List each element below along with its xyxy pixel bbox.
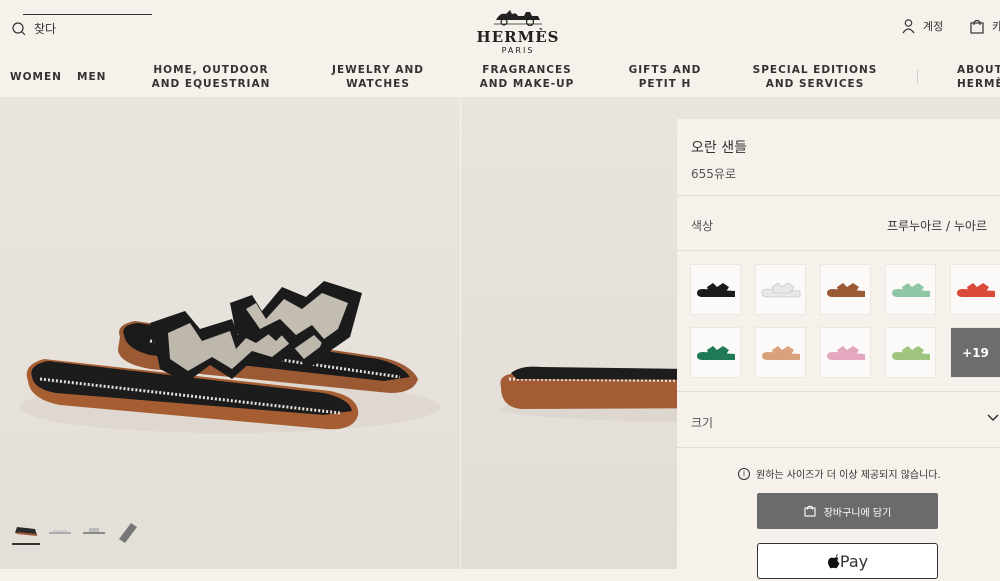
nav-about[interactable]: ABOUT HERMÈS [927, 63, 1000, 91]
swatch-5[interactable] [950, 264, 1000, 315]
info-icon: i [738, 467, 750, 480]
search-input[interactable]: 찾다 [34, 20, 56, 37]
swatch-1[interactable] [690, 264, 741, 315]
account-label: 계정 [923, 20, 944, 33]
more-colors-button[interactable]: +19 [950, 327, 1000, 378]
thumbnail-1[interactable] [12, 517, 40, 545]
pay-label: Pay [839, 551, 869, 571]
search-underline [23, 14, 152, 15]
search-bar[interactable]: 찾다 [12, 20, 56, 37]
thumbnail-4[interactable] [114, 517, 142, 545]
nav-divider [917, 70, 918, 84]
product-price: 655유로 [691, 167, 736, 181]
nav-special-editions[interactable]: SPECIAL EDITIONS AND SERVICES [744, 63, 886, 91]
product-title: 오란 샌들 [691, 140, 747, 156]
product-image-main[interactable] [0, 97, 460, 569]
nav-jewelry[interactable]: JEWELRY AND WATCHES [326, 63, 430, 91]
apple-pay-button[interactable]: Pay [757, 543, 938, 579]
swatch-9[interactable] [885, 327, 936, 378]
divider [677, 195, 1000, 196]
swatch-4[interactable] [885, 264, 936, 315]
shopping-bag-icon [970, 19, 984, 34]
account-link[interactable]: 계정 [902, 18, 943, 34]
shopping-bag-icon [804, 505, 816, 517]
sandal-pair-illustration [20, 281, 440, 433]
swatch-2[interactable] [755, 264, 806, 315]
swatch-8[interactable] [820, 327, 871, 378]
swatch-7[interactable] [755, 327, 806, 378]
swatch-6[interactable] [690, 327, 741, 378]
color-swatches: +19 [690, 264, 1000, 378]
divider [677, 391, 1000, 392]
thumbnail-strip [12, 517, 142, 545]
site-header: 찾다 HERMÈS PARIS 계정 카 WOMEN MEN HOME, OUT… [0, 0, 1000, 97]
size-notice-text: 원하는 사이즈가 더 이상 제공되지 않습니다. [756, 470, 941, 481]
add-to-cart-button[interactable]: 장바구니에 담기 [757, 493, 938, 529]
size-label[interactable]: 크기 [691, 414, 713, 431]
apple-icon [827, 553, 840, 568]
logo-city: PARIS [501, 46, 535, 55]
product-panel: 오란 샌들 655유로 색상 프루누아르 / 누아르 +19 크기 i 원하는 … [677, 119, 1000, 581]
nav-gifts[interactable]: GIFTS AND PETIT H [625, 63, 705, 91]
nav-women[interactable]: WOMEN [10, 70, 61, 84]
thumbnail-3[interactable] [80, 517, 108, 545]
chevron-down-icon[interactable] [987, 411, 999, 425]
divider [677, 250, 1000, 251]
cart-link[interactable]: 카 [970, 18, 1000, 34]
logo-wordmark: HERMÈS [476, 28, 560, 46]
user-icon [902, 18, 915, 33]
color-label: 색상 [691, 219, 714, 233]
swatch-3[interactable] [820, 264, 871, 315]
nav-fragrances[interactable]: FRAGRANCES AND MAKE-UP [470, 63, 584, 91]
carriage-icon [494, 10, 542, 27]
thumbnail-2[interactable] [46, 517, 74, 545]
add-to-cart-label: 장바구니에 담기 [823, 507, 892, 519]
divider [677, 447, 1000, 448]
cart-label: 카 [992, 20, 1000, 33]
size-notice: i 원하는 사이즈가 더 이상 제공되지 않습니다. [738, 466, 941, 481]
search-icon[interactable] [12, 21, 26, 36]
nav-home-outdoor[interactable]: HOME, OUTDOOR AND EQUESTRIAN [140, 63, 282, 91]
main-nav: WOMEN MEN HOME, OUTDOOR AND EQUESTRIAN J… [0, 62, 1000, 94]
nav-men[interactable]: MEN [77, 70, 107, 84]
color-value: 프루누아르 / 누아르 [887, 219, 987, 233]
hermes-logo[interactable]: HERMÈS PARIS [468, 4, 568, 55]
